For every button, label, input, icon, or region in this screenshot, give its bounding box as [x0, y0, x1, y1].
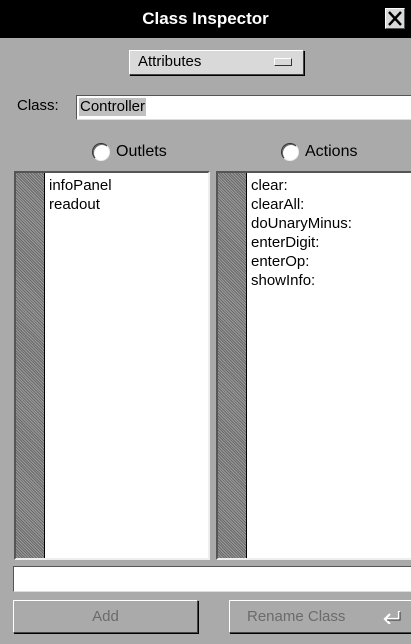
action-item[interactable]: clearAll:: [251, 195, 352, 214]
outlets-radio-label: Outlets: [116, 143, 167, 160]
actions-list[interactable]: clear: clearAll: doUnaryMinus: enterDigi…: [216, 171, 411, 560]
outlet-item[interactable]: readout: [49, 195, 112, 214]
outlets-radio-icon: [92, 143, 110, 161]
class-label: Class:: [17, 97, 59, 114]
rename-class-label: Rename Class: [247, 608, 346, 625]
action-item[interactable]: clear:: [251, 176, 352, 195]
outlets-scrollbar[interactable]: [16, 173, 45, 558]
action-item[interactable]: enterDigit:: [251, 233, 352, 252]
title-bar[interactable]: Class Inspector: [0, 0, 411, 38]
close-icon: [388, 11, 402, 26]
actions-radio-label: Actions: [305, 143, 358, 160]
class-name-value: Controller: [79, 98, 147, 116]
return-arrow-icon: [383, 611, 401, 624]
add-button[interactable]: Add: [13, 600, 198, 633]
actions-scrollbar[interactable]: [218, 173, 247, 558]
actions-radio-icon: [281, 143, 299, 161]
close-button[interactable]: [385, 8, 405, 29]
add-button-label: Add: [92, 608, 119, 625]
action-item[interactable]: doUnaryMinus:: [251, 214, 352, 233]
name-input-field[interactable]: [13, 566, 411, 592]
outlets-list[interactable]: infoPanel readout: [14, 171, 210, 560]
rename-class-button[interactable]: Rename Class: [229, 600, 411, 633]
outlet-item[interactable]: infoPanel: [49, 176, 112, 195]
inspector-mode-popup[interactable]: Attributes: [129, 50, 304, 75]
popup-selected-label: Attributes: [138, 53, 202, 70]
actions-radio[interactable]: Actions: [281, 142, 357, 162]
class-name-field[interactable]: Controller: [76, 95, 411, 120]
popup-knob-icon: [274, 58, 292, 66]
action-item[interactable]: enterOp:: [251, 252, 352, 271]
action-item[interactable]: showInfo:: [251, 271, 352, 290]
window-title: Class Inspector: [142, 9, 269, 28]
outlets-radio[interactable]: Outlets: [92, 142, 167, 162]
